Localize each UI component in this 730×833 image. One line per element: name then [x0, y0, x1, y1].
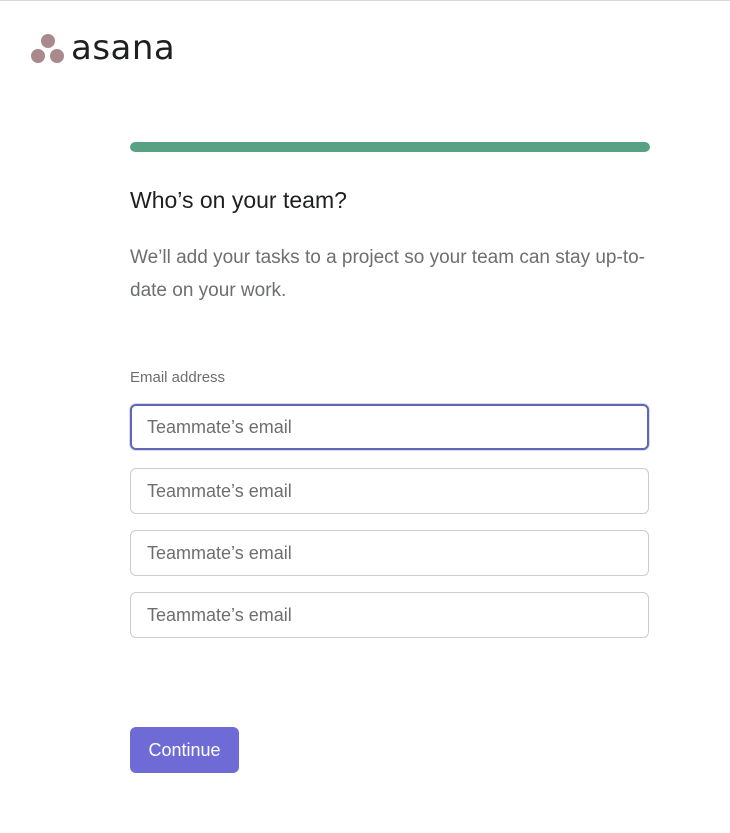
teammate-email-input-1[interactable] — [130, 404, 649, 450]
onboarding-progress-bar — [130, 142, 650, 152]
teammate-email-input-2[interactable] — [130, 468, 649, 514]
asana-logo[interactable]: asana — [31, 28, 176, 68]
progress-bar-fill — [130, 142, 650, 152]
logo-dot-top — [41, 34, 55, 48]
email-address-label: Email address — [130, 369, 226, 386]
asana-logo-icon — [31, 32, 65, 64]
asana-wordmark: asana — [71, 28, 176, 68]
teammate-email-input-3[interactable] — [130, 530, 649, 576]
page-title: Who’s on your team? — [130, 187, 347, 213]
page-subtitle: We’ll add your tasks to a project so you… — [130, 247, 645, 301]
logo-dot-left — [31, 49, 45, 63]
teammate-email-input-4[interactable] — [130, 592, 649, 638]
continue-button[interactable]: Continue — [130, 727, 239, 773]
logo-dot-right — [50, 49, 64, 63]
